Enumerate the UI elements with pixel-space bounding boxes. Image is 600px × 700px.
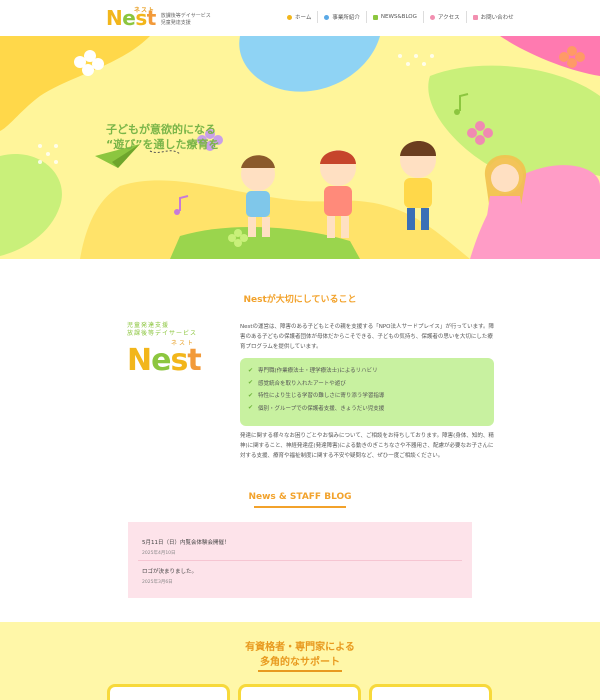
list-item[interactable]: ロゴが決まりました。 2025年3月6日 (142, 567, 197, 585)
hero-tagline: 子どもが意欲的になる “遊び”を通した療育を (106, 122, 219, 152)
values-point-text: 感覚統合を取り入れたアートや遊び (258, 380, 346, 387)
blog-entry-title[interactable]: ロゴが決まりました。 (142, 567, 197, 575)
values-point-text: 個別・グループでの保護者支援、きょうだい児支援 (258, 405, 385, 412)
nest-letter-t: t (187, 343, 201, 378)
site-logo[interactable]: ネスト Nest 放課後等デイサービス 児童発達支援 (106, 6, 211, 30)
nest-logo-ruby: ネスト (171, 340, 196, 347)
support-card[interactable] (369, 684, 492, 700)
support-card[interactable] (107, 684, 230, 700)
nav-home-label: ホーム (295, 15, 312, 21)
nest-letter-s: s (170, 343, 188, 378)
blog-entry-title[interactable]: 5月11日（日）内覧会体験会開催！ (142, 538, 230, 546)
values-point-text: 専門職(作業療法士・理学療法士)によるリハビリ (258, 368, 378, 375)
hero-line-1: 子どもが意欲的になる (106, 123, 216, 136)
logo-letter-n: N (106, 6, 123, 30)
site-header: ネスト Nest 放課後等デイサービス 児童発達支援 ホーム 事業所紹介 NEW… (0, 0, 600, 36)
values-closing: 発達に関する様々なお困りごとやお悩みについて、ご相談をお待ちしております。障害(… (240, 433, 494, 459)
values-intro: Nestの運営は、障害のある子どもとその親を支援する「NPO法人サードプレイス」… (240, 324, 495, 350)
values-title: Nestが大切にしていること (243, 295, 357, 305)
check-icon: ✔ (248, 366, 254, 374)
nav-contact[interactable]: お問い合わせ (465, 11, 520, 23)
blog-entry-date: 2025年4月10日 (142, 551, 176, 556)
hero-illustration (0, 36, 600, 259)
support-title-underline (258, 670, 342, 672)
nav-office-label: 事業所紹介 (332, 15, 360, 21)
nav-access-label: アクセス (437, 15, 460, 21)
hero-line-2: “遊び”を通した療育を (106, 138, 220, 151)
values-point: ✔ 感覚統合を取り入れたアートや遊び (248, 377, 486, 390)
values-point: ✔ 専門職(作業療法士・理学療法士)によるリハビリ (248, 364, 486, 377)
logo-word: ネスト Nest (106, 6, 156, 30)
blog-entry-date: 2025年3月6日 (142, 580, 173, 585)
blog-list: 5月11日（日）内覧会体験会開催！ 2025年4月10日 ロゴが決まりました。 … (128, 522, 472, 598)
logo-ruby: ネスト (134, 7, 156, 14)
blog-title-underline (254, 506, 346, 508)
main-nav: ホーム 事業所紹介 NEWS&BLOG アクセス お問い合わせ (281, 11, 520, 23)
support-title-line2: 多角的なサポート (260, 657, 340, 668)
building-icon (324, 14, 330, 20)
nest-letter-e: e (151, 343, 171, 378)
nest-logo-line1: 児童発達支援 (127, 322, 170, 329)
nav-contact-label: お問い合わせ (480, 15, 514, 21)
logo-sub-line2: 児童発達支援 (160, 20, 191, 26)
check-icon (372, 14, 378, 20)
nav-office[interactable]: 事業所紹介 (317, 11, 366, 23)
nav-news-label: NEWS&BLOG (380, 14, 417, 20)
values-point-text: 特性により生じる学習の難しさに寄り添う学習指導 (258, 393, 385, 400)
hero-banner: 子どもが意欲的になる “遊び”を通した療育を (0, 36, 600, 259)
values-point: ✔ 個別・グループでの保護者支援、きょうだい児支援 (248, 402, 486, 415)
divider (138, 560, 462, 561)
nav-home[interactable]: ホーム (281, 11, 317, 23)
logo-sub-line1: 放課後等デイサービス (160, 13, 211, 19)
support-title: 有資格者・専門家による 多角的なサポート (0, 640, 600, 670)
blog-title[interactable]: News & STAFF BLOG (200, 492, 400, 502)
check-icon: ✔ (248, 379, 254, 387)
values-point: ✔ 特性により生じる学習の難しさに寄り添う学習指導 (248, 389, 486, 402)
nest-logo-word: Nest (127, 346, 213, 376)
nest-letter-n: N (127, 343, 152, 378)
map-pin-icon (429, 14, 435, 20)
nest-logo-large: 児童発達支援 放課後等デイサービス ネスト Nest (127, 322, 213, 376)
check-icon: ✔ (248, 404, 254, 412)
values-points-box: ✔ 専門職(作業療法士・理学療法士)によるリハビリ ✔ 感覚統合を取り入れたアートや… (240, 358, 494, 426)
mail-icon (472, 14, 478, 20)
nav-news-blog[interactable]: NEWS&BLOG (365, 11, 423, 23)
nest-logo-line2: 放課後等デイサービス (127, 330, 198, 337)
list-item[interactable]: 5月11日（日）内覧会体験会開催！ 2025年4月10日 (142, 538, 230, 556)
check-icon: ✔ (248, 391, 254, 399)
logo-subtitle: 放課後等デイサービス 児童発達支援 (161, 13, 211, 27)
support-card[interactable] (238, 684, 361, 700)
home-icon (287, 14, 292, 20)
nav-access[interactable]: アクセス (422, 11, 466, 23)
support-title-line1: 有資格者・専門家による (245, 642, 355, 653)
